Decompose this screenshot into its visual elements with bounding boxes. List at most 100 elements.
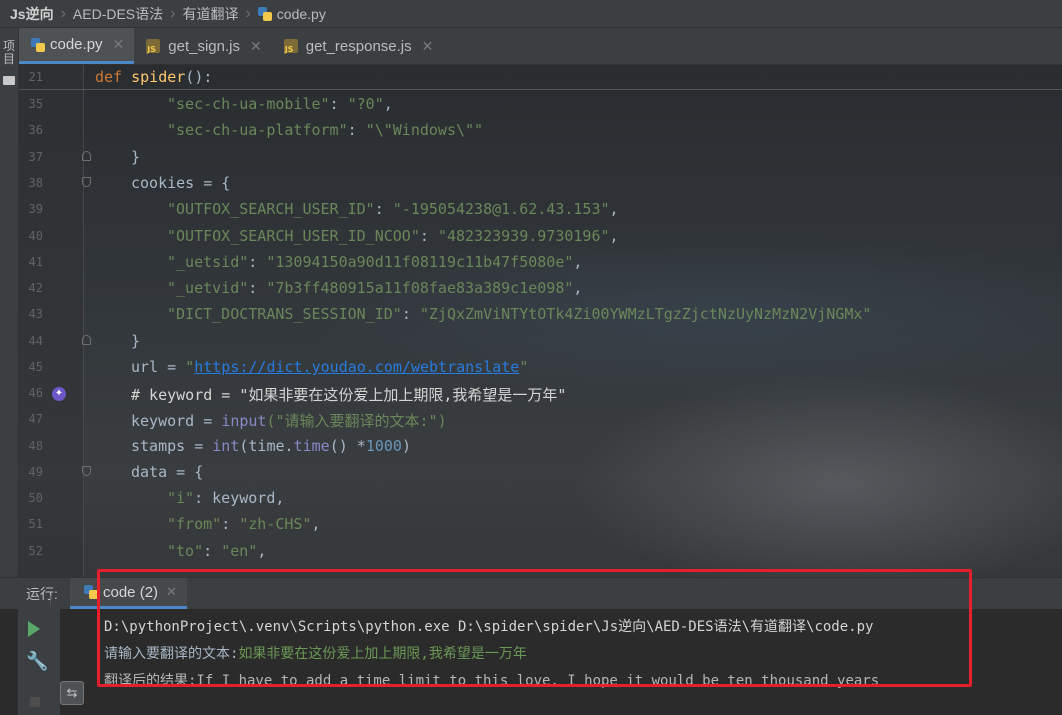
tab-get-sign-js[interactable]: get_sign.js ✕: [134, 28, 271, 64]
line-number: 41: [28, 255, 43, 269]
code-editor[interactable]: 21 def spider(): 35 36 37 38 39 40 41 42…: [19, 65, 1062, 577]
code-string: "ZjQxZmViNTYtOTk4Zi00YWMzLTgzZjctNzUyNzM…: [419, 305, 872, 323]
tab-get-response-js[interactable]: get_response.js ✕: [272, 28, 444, 64]
code-line: "_uetvid": "7b3ff480915a11f08fae83a389c1…: [167, 279, 583, 297]
sticky-divider: [19, 89, 1062, 90]
breadcrumb: Js逆向 › AED-DES语法 › 有道翻译 › code.py: [0, 0, 1062, 28]
code-line: "DICT_DOCTRANS_SESSION_ID": "ZjQxZmViNTY…: [167, 305, 872, 323]
line-number: 51: [28, 517, 43, 531]
close-icon[interactable]: ✕: [250, 38, 262, 55]
sticky-function-header: def spider():: [95, 68, 212, 86]
code-text: stamps =: [131, 437, 213, 455]
code-line: "OUTFOX_SEARCH_USER_ID": "-195054238@1.6…: [167, 200, 619, 218]
soft-wrap-icon[interactable]: ⇆: [60, 681, 84, 705]
stop-icon[interactable]: [30, 697, 40, 707]
code-string: "en": [221, 542, 258, 560]
close-icon[interactable]: ✕: [422, 38, 434, 55]
code-line: keyword = input("请输入要翻译的文本:"): [131, 410, 447, 431]
line-number: 43: [28, 307, 43, 321]
code-line: data = {: [131, 463, 204, 481]
line-number: 52: [28, 544, 43, 558]
fold-marker-icon[interactable]: [82, 151, 91, 161]
js-file-icon: [146, 39, 161, 54]
code-url-link[interactable]: https://dict.youdao.com/webtranslate: [194, 358, 519, 376]
code-string: "zh-CHS": [239, 515, 312, 533]
line-number: 48: [28, 439, 43, 453]
line-number: 47: [28, 412, 43, 426]
code-builtin: input: [221, 412, 267, 430]
code-string: "482323939.9730196": [437, 227, 610, 245]
code-line: url = "https://dict.youdao.com/webtransl…: [131, 358, 528, 376]
line-number: 36: [28, 123, 43, 137]
breadcrumb-item-file[interactable]: code.py: [254, 6, 330, 22]
bookmark-icon[interactable]: ✦: [52, 387, 66, 401]
code-number: 1000: [365, 437, 402, 455]
code-string: ("请输入要翻译的文本:"): [266, 412, 447, 430]
code-string: "13094150a90d11f08119c11b47f5080e": [266, 253, 574, 271]
code-text: url =: [131, 358, 186, 376]
line-number: 42: [28, 281, 43, 295]
run-toolbar: 🔧: [18, 609, 60, 715]
code-text: ():: [185, 68, 213, 86]
fold-marker-icon[interactable]: [82, 335, 91, 345]
code-line: cookies = {: [131, 174, 231, 192]
code-line: "i": keyword,: [167, 489, 284, 507]
up-arrow-icon[interactable]: ↑: [46, 590, 66, 610]
breadcrumb-separator: ›: [170, 4, 176, 22]
line-number: 50: [28, 491, 43, 505]
code-string: "to": [167, 542, 204, 560]
line-number: 35: [28, 97, 43, 111]
close-icon[interactable]: ✕: [113, 36, 125, 53]
code-string: "7b3ff480915a11f08fae83a389c1e098": [266, 279, 574, 297]
line-number: 49: [28, 465, 43, 479]
code-function-name: spider: [131, 68, 186, 86]
line-number: 46: [28, 386, 43, 400]
code-line: "from": "zh-CHS",: [167, 515, 321, 533]
code-string: "from": [167, 515, 222, 533]
code-builtin: int: [212, 437, 240, 455]
project-tool-button[interactable]: 项目: [1, 40, 17, 66]
rerun-icon[interactable]: [28, 621, 40, 637]
breadcrumb-separator: ›: [245, 4, 251, 22]
python-run-icon: [84, 585, 98, 599]
breadcrumb-item-js[interactable]: Js逆向: [6, 4, 58, 24]
breadcrumb-item-aed-des[interactable]: AED-DES语法: [69, 4, 167, 24]
code-string: "\"Windows\"": [365, 121, 484, 139]
settings-wrench-icon[interactable]: 🔧: [26, 651, 48, 671]
highlight-annotation-box: [97, 569, 972, 687]
code-string: "OUTFOX_SEARCH_USER_ID": [167, 200, 375, 218]
code-text: (time.: [239, 437, 294, 455]
code-string: "_uetsid": [167, 253, 249, 271]
breadcrumb-item-youdao[interactable]: 有道翻译: [178, 4, 242, 24]
tab-code-py[interactable]: code.py ✕: [19, 28, 135, 64]
line-number: 21: [28, 70, 43, 84]
fold-marker-icon[interactable]: [82, 466, 91, 476]
code-string: "OUTFOX_SEARCH_USER_ID_NCOO": [167, 227, 420, 245]
code-string: "_uetvid": [167, 279, 249, 297]
code-builtin: time: [293, 437, 330, 455]
line-number: 45: [28, 360, 43, 374]
code-keyword: def: [95, 68, 123, 86]
line-number: 40: [28, 229, 43, 243]
code-line: "OUTFOX_SEARCH_USER_ID_NCOO": "482323939…: [167, 227, 619, 245]
code-line: "_uetsid": "13094150a90d11f08119c11b47f5…: [167, 253, 583, 271]
line-number: 39: [28, 202, 43, 216]
breadcrumb-separator: ›: [60, 4, 66, 22]
code-string: "?0": [347, 95, 384, 113]
code-text: keyword =: [131, 412, 222, 430]
line-number: 37: [28, 150, 43, 164]
fold-marker-icon[interactable]: [82, 177, 91, 187]
tab-label: get_sign.js: [168, 37, 240, 55]
tab-label: get_response.js: [305, 37, 412, 55]
code-string: ": [519, 358, 529, 376]
code-string: "DICT_DOCTRANS_SESSION_ID": [167, 305, 402, 323]
code-string: "sec-ch-ua-platform": [167, 121, 348, 139]
editor-tab-bar: code.py ✕ get_sign.js ✕ get_response.js …: [19, 28, 1062, 65]
code-comment: # keyword = "如果非要在这份爱上加上期限,我希望是一万年": [131, 386, 567, 404]
code-text: : keyword,: [194, 489, 285, 507]
code-line: "to": "en",: [167, 542, 267, 560]
code-line: }: [131, 332, 141, 350]
tab-label: code.py: [50, 36, 103, 53]
js-file-icon: [283, 39, 298, 54]
python-file-icon: [31, 37, 45, 52]
